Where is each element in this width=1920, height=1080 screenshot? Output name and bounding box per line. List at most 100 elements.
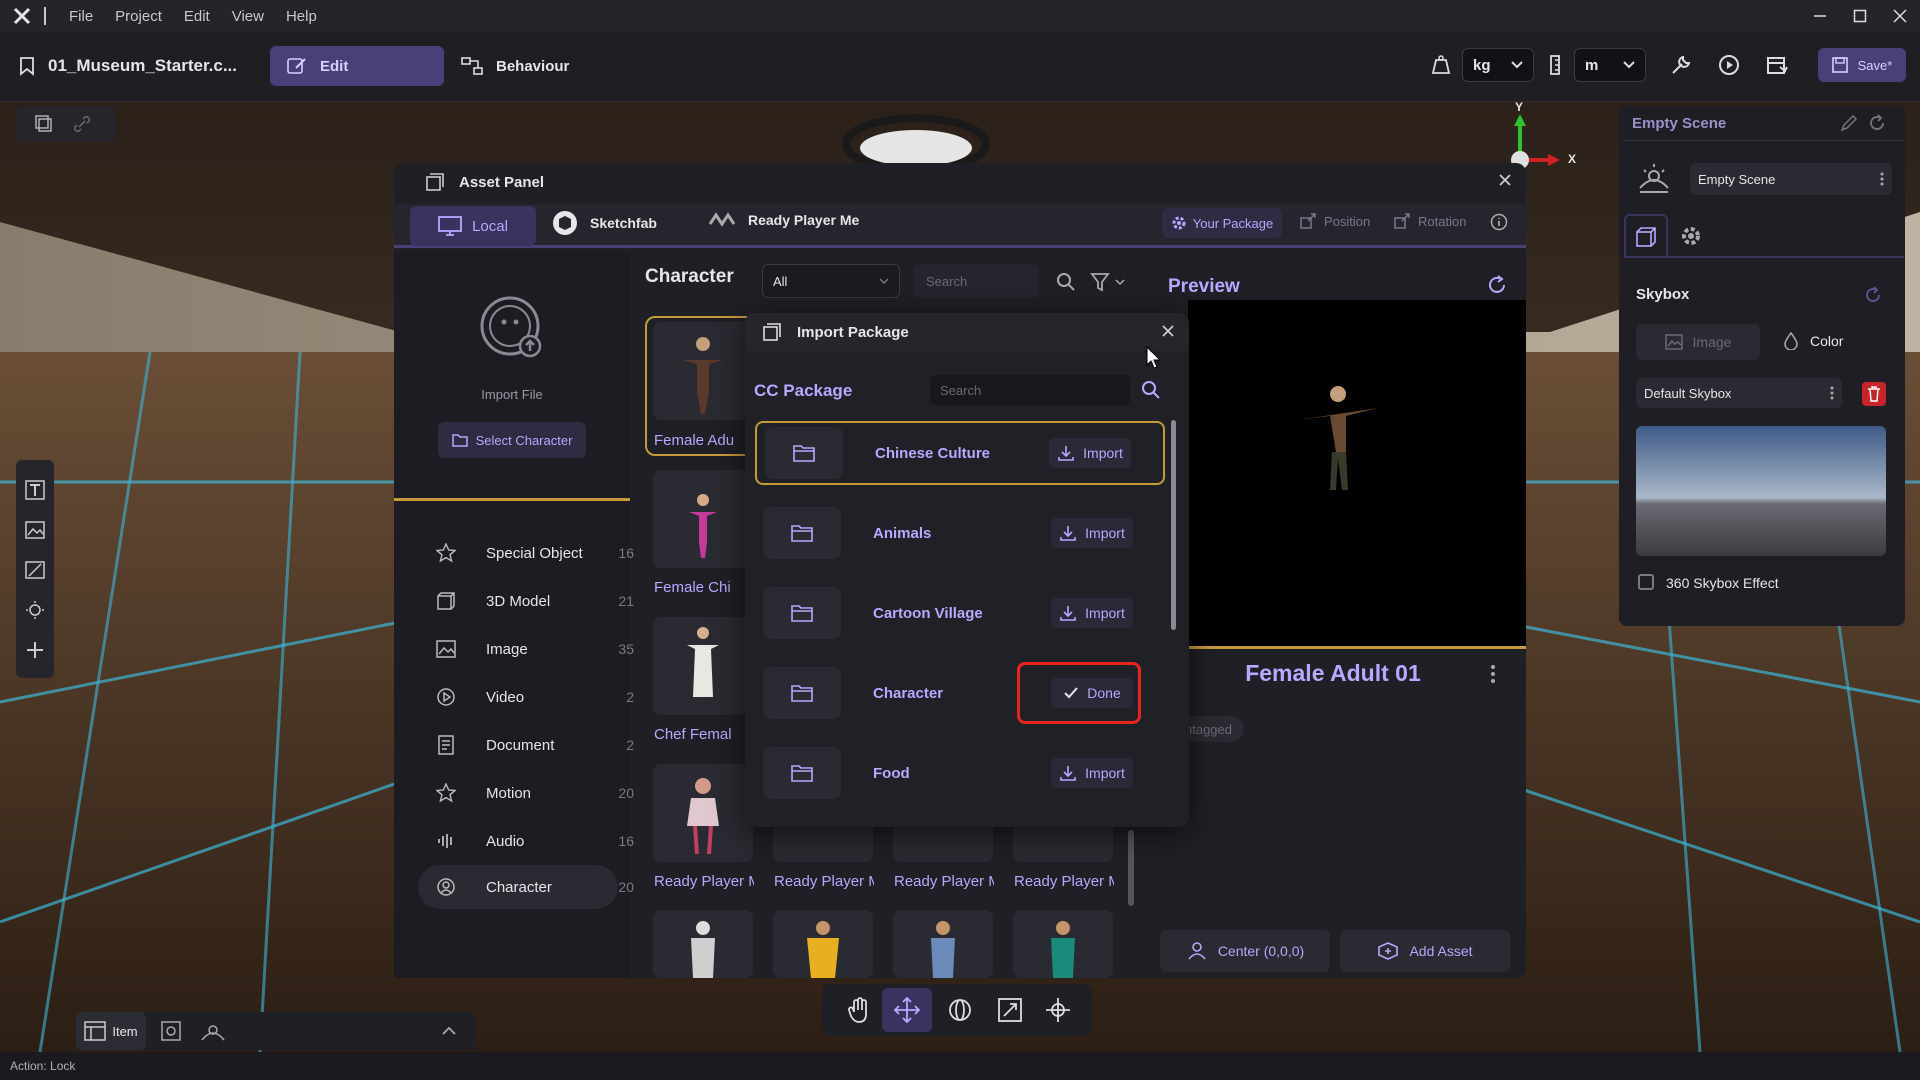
settings-icon[interactable] (1679, 224, 1703, 248)
length-unit-select[interactable]: m (1574, 48, 1646, 82)
import-button[interactable]: Import (1051, 518, 1133, 548)
package-row[interactable]: Chinese Culture Import (755, 421, 1165, 485)
category-image[interactable]: Image 35 (434, 629, 634, 669)
add-icon[interactable] (25, 640, 45, 660)
tab-behaviour[interactable]: Behaviour (460, 46, 569, 86)
preview-viewport[interactable] (1188, 300, 1526, 648)
environment-icon[interactable] (200, 1020, 226, 1042)
category-special-object[interactable]: Special Object 16 (434, 533, 634, 573)
cube-icon (434, 589, 458, 613)
rotate-icon[interactable] (946, 996, 974, 1024)
import-button[interactable]: Import (1049, 438, 1131, 468)
done-button[interactable]: Done (1051, 678, 1133, 708)
grid-search-input[interactable]: Search (914, 264, 1038, 298)
wrench-icon[interactable] (1666, 50, 1696, 80)
add-asset-button[interactable]: Add Asset (1340, 930, 1510, 972)
kebab-icon[interactable] (1830, 386, 1834, 400)
thumb-row5-1[interactable] (653, 910, 753, 978)
publish-icon[interactable] (1762, 50, 1792, 80)
reset-icon[interactable] (1864, 286, 1882, 304)
skybox-tab-image[interactable]: Image (1636, 324, 1760, 360)
menu-edit[interactable]: Edit (173, 8, 221, 25)
motion-icon (434, 781, 458, 805)
text-tool-icon[interactable] (25, 480, 45, 500)
category-motion[interactable]: Motion 20 (434, 773, 634, 813)
more-options-icon[interactable] (1490, 664, 1496, 684)
menu-view[interactable]: View (221, 8, 275, 25)
category-character[interactable]: Character 20 (434, 867, 634, 907)
link-icon[interactable] (72, 114, 92, 134)
close-window-icon[interactable] (1880, 0, 1920, 32)
menu-project[interactable]: Project (104, 8, 173, 25)
thumb-female-adult[interactable] (653, 322, 753, 420)
thumb-row5-3[interactable] (893, 910, 993, 978)
tab-local[interactable]: Local (410, 206, 536, 246)
position-toggle[interactable]: Position (1300, 213, 1370, 229)
your-package-button[interactable]: Your Package (1162, 208, 1282, 238)
hand-icon[interactable] (846, 996, 874, 1024)
search-icon[interactable] (1056, 272, 1076, 292)
import-file-icon[interactable] (478, 294, 548, 364)
thumb-row5-4[interactable] (1013, 910, 1113, 978)
tab-sketchfab[interactable]: Sketchfab (552, 210, 657, 236)
thumb-chef-female[interactable] (653, 617, 753, 715)
refresh-icon[interactable] (1486, 274, 1508, 296)
package-row[interactable]: Cartoon Village Import (755, 582, 1165, 644)
menu-file[interactable]: File (58, 8, 104, 25)
character-figure-icon (691, 921, 715, 978)
info-icon[interactable] (1490, 213, 1508, 231)
refresh-icon[interactable] (1868, 114, 1886, 132)
kebab-icon[interactable] (1880, 172, 1884, 186)
delete-skybox-button[interactable] (1862, 382, 1886, 406)
category-video[interactable]: Video 2 (434, 677, 634, 717)
package-row[interactable]: Character Done (755, 662, 1165, 724)
mass-unit-select[interactable]: kg (1462, 48, 1534, 82)
package-search-input[interactable]: Search (930, 375, 1130, 405)
tray-item-tab[interactable]: Item (76, 1012, 146, 1050)
rotation-toggle[interactable]: Rotation (1394, 213, 1466, 229)
tab-environment[interactable] (1624, 214, 1668, 258)
maximize-icon[interactable] (1840, 0, 1880, 32)
import-package-close-icon[interactable] (1162, 325, 1174, 337)
tab-edit[interactable]: Edit (270, 46, 444, 86)
thumb-ready-player-1[interactable] (653, 764, 753, 862)
import-file-label: Import File (481, 387, 543, 402)
package-scrollbar[interactable] (1171, 420, 1176, 630)
skybox-tab-color[interactable]: Color (1784, 332, 1843, 350)
image-tool-icon[interactable] (25, 520, 45, 540)
package-row[interactable]: Animals Import (755, 502, 1165, 564)
center-button[interactable]: Center (0,0,0) (1160, 930, 1330, 972)
rename-icon[interactable] (1840, 114, 1858, 132)
tab-ready-player-me[interactable]: Ready Player Me (708, 212, 859, 228)
asset-panel-close-icon[interactable] (1498, 173, 1512, 187)
universal-transform-icon[interactable] (1044, 996, 1072, 1024)
move-tool-active[interactable] (882, 988, 932, 1032)
filter-icon[interactable] (1090, 272, 1128, 292)
select-character-button[interactable]: Select Character (438, 422, 586, 458)
category-3d-model[interactable]: 3D Model 21 (434, 581, 634, 621)
grid-scrollbar[interactable] (1128, 830, 1134, 906)
scene-select[interactable]: Empty Scene (1690, 163, 1892, 195)
no-image-tool-icon[interactable] (25, 560, 45, 580)
chevron-up-icon[interactable] (442, 1026, 456, 1036)
package-row[interactable]: Food Import (755, 742, 1165, 804)
import-button[interactable]: Import (1051, 598, 1133, 628)
import-button[interactable]: Import (1051, 758, 1133, 788)
search-icon[interactable] (1141, 380, 1161, 400)
light-tool-icon[interactable] (25, 600, 45, 620)
menu-help[interactable]: Help (275, 8, 328, 25)
minimize-icon[interactable] (1800, 0, 1840, 32)
filter-select[interactable]: All (762, 264, 900, 298)
thumb-female-child[interactable] (653, 470, 753, 568)
copy-icon[interactable] (34, 114, 54, 134)
camera-view-icon[interactable] (160, 1020, 182, 1042)
play-icon[interactable] (1714, 50, 1744, 80)
category-audio[interactable]: Audio 16 (434, 821, 634, 861)
category-document[interactable]: Document 2 (434, 725, 634, 765)
save-button[interactable]: Save* (1818, 48, 1906, 82)
scale-icon[interactable] (996, 996, 1024, 1024)
thumb-label: Ready Player M (654, 873, 754, 890)
skybox-360-checkbox[interactable] (1638, 574, 1654, 590)
skybox-select[interactable]: Default Skybox (1636, 378, 1842, 408)
thumb-row5-2[interactable] (773, 910, 873, 978)
